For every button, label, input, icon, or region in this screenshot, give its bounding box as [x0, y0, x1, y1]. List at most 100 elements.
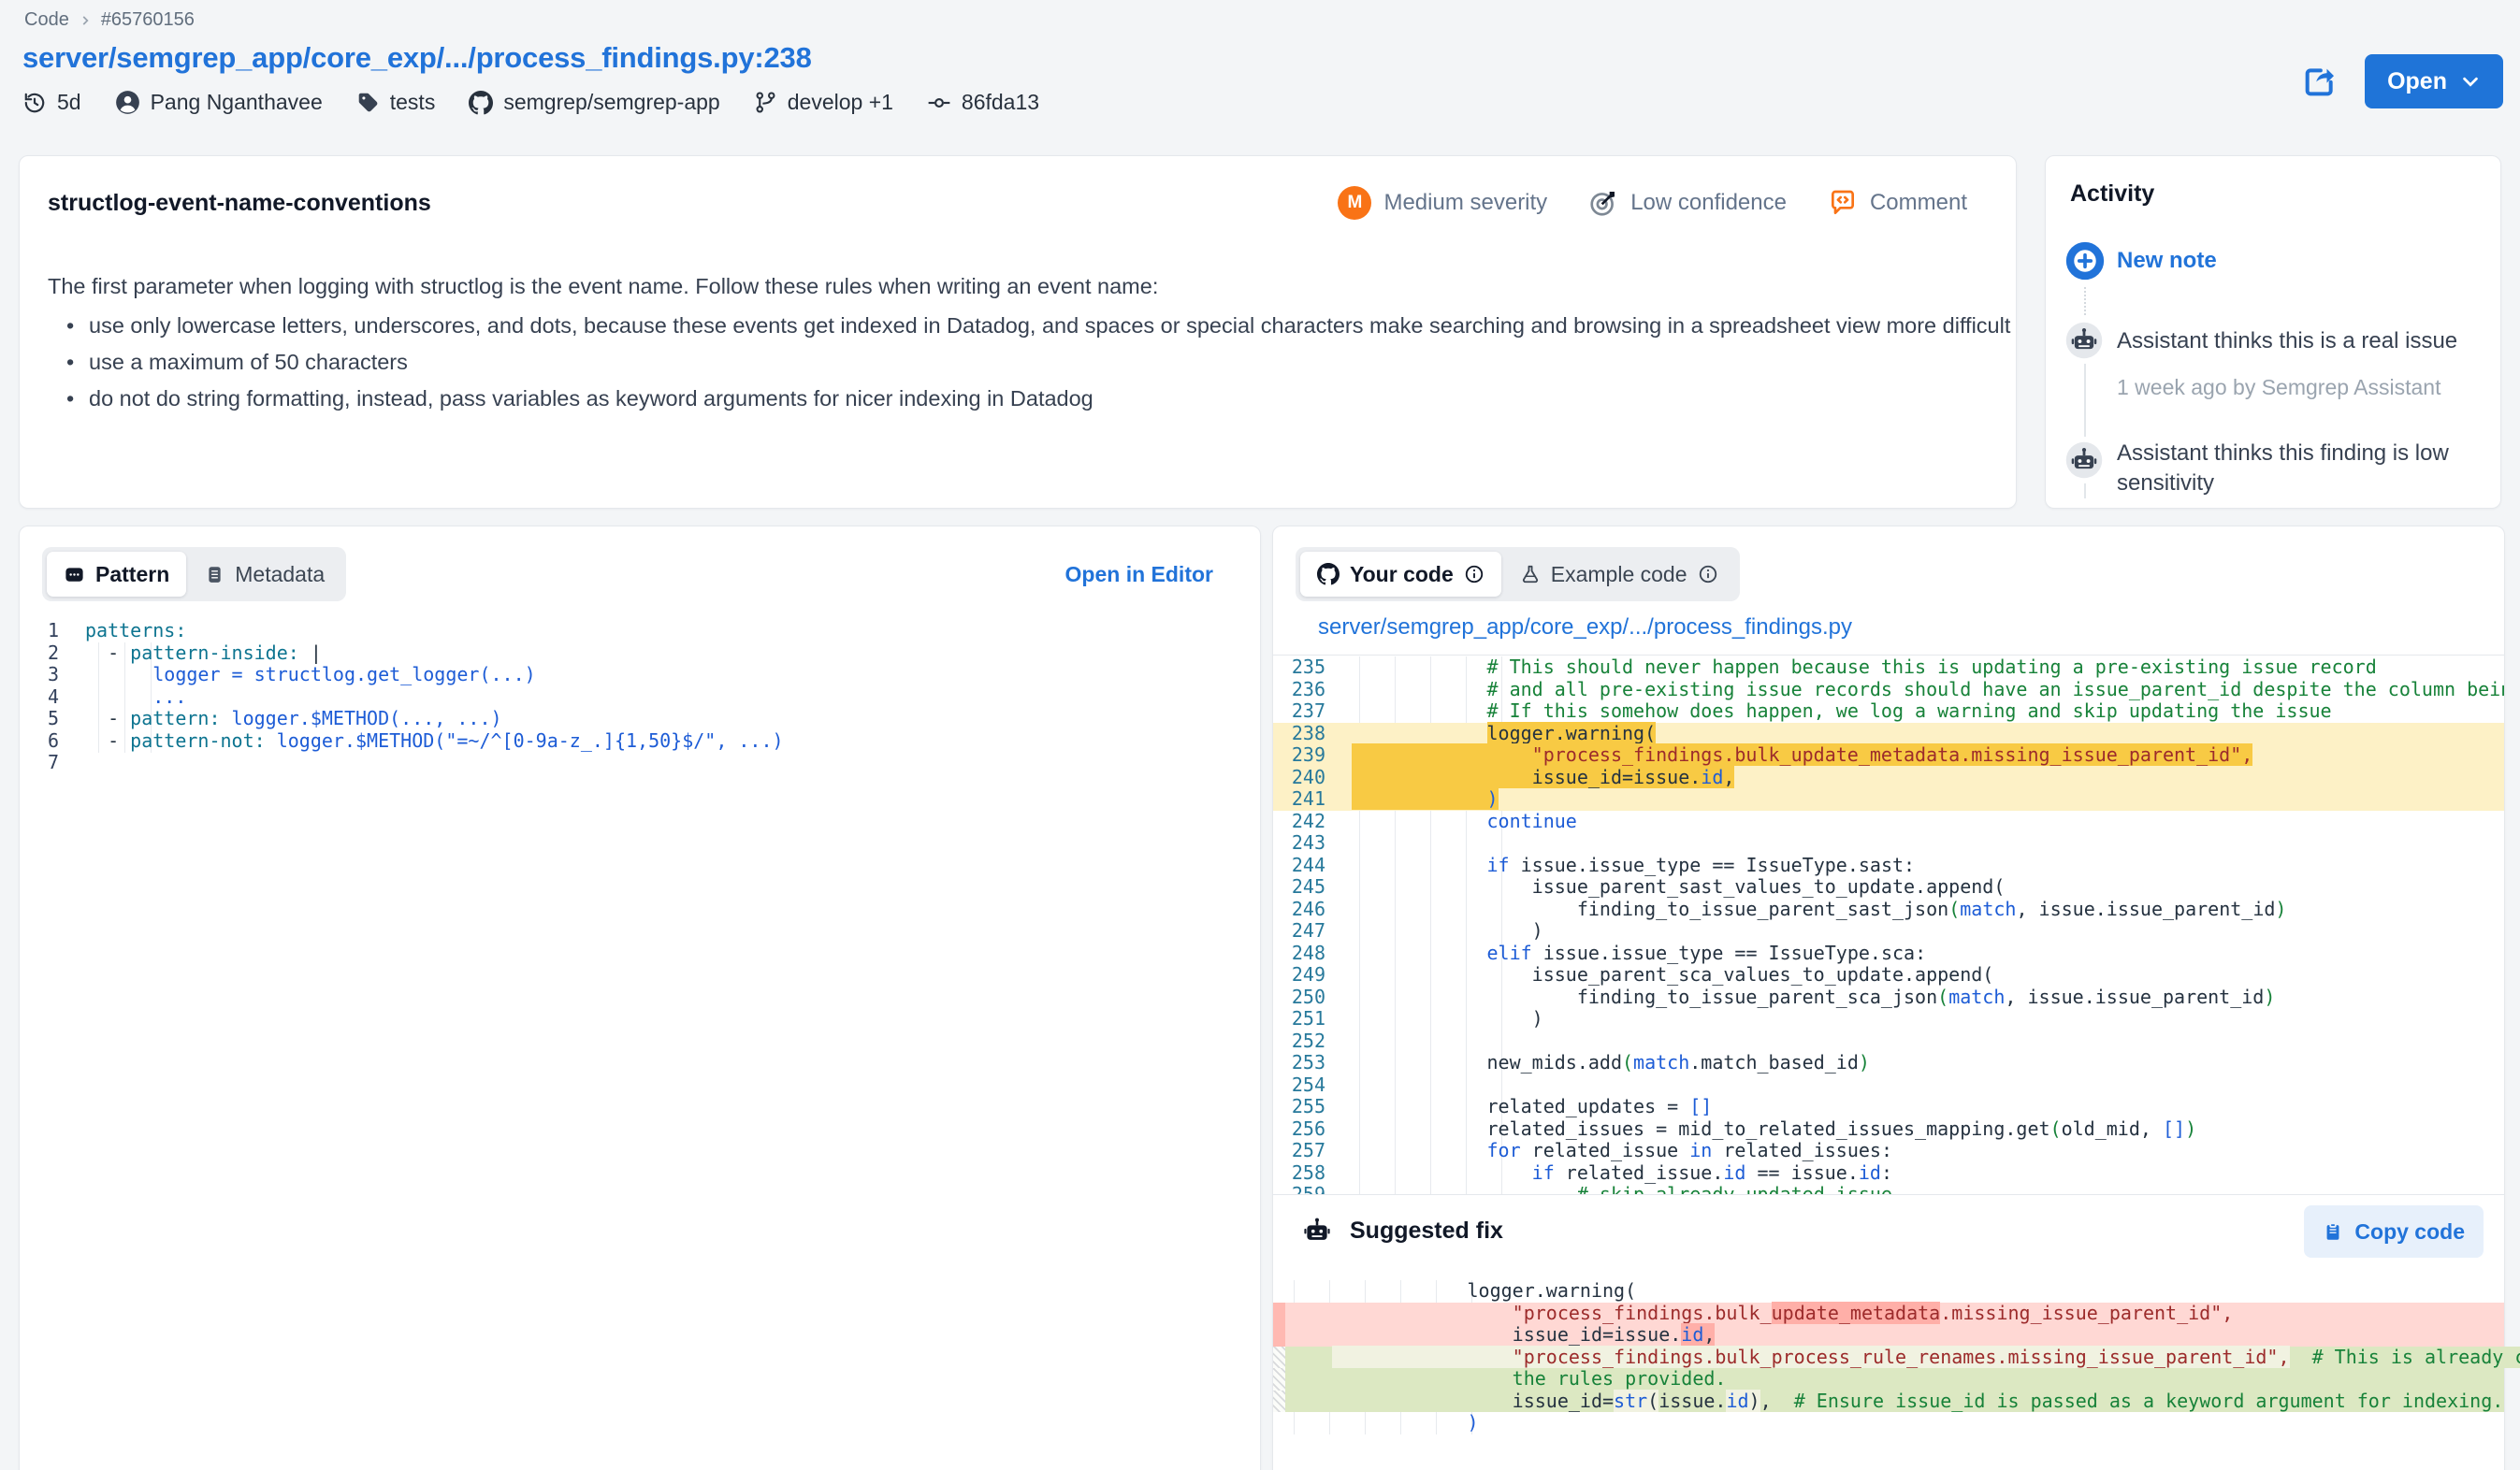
- plus-circle-icon[interactable]: [2064, 240, 2106, 281]
- pattern-panel: Pattern Metadata Open in Editor 1pattern…: [19, 526, 1261, 1470]
- info-icon[interactable]: [1698, 564, 1718, 584]
- code-line: 242 continue: [1273, 811, 2504, 833]
- metadata-icon: [205, 564, 224, 585]
- activity-item-label: Assistant thinks this is a real issue: [2117, 326, 2457, 356]
- finding-meta-row: 5d Pang Nganthavee tests semgrep/semgrep…: [22, 90, 1039, 115]
- code-line: 241 ): [1273, 788, 2504, 811]
- meta-repo[interactable]: semgrep/semgrep-app: [469, 90, 719, 115]
- pattern-icon: [64, 564, 85, 585]
- meta-commit: 86fda13: [927, 90, 1039, 115]
- diff-line-ctx: logger.warning(: [1273, 1280, 2504, 1303]
- line-number: 4: [20, 686, 74, 709]
- meta-branch: develop +1: [754, 90, 893, 115]
- code-line: 2 - pattern-inside: |: [20, 642, 1258, 665]
- clipboard-icon: [2323, 1220, 2343, 1243]
- page-title[interactable]: server/semgrep_app/core_exp/.../process_…: [22, 41, 812, 75]
- line-number: 2: [20, 642, 74, 665]
- confidence-badge: Low confidence: [1588, 188, 1787, 218]
- code-line: 247 ): [1273, 920, 2504, 943]
- tab-your-code[interactable]: Your code: [1300, 552, 1501, 597]
- code-line: 250 finding_to_issue_parent_sca_json(mat…: [1273, 987, 2504, 1009]
- finding-description: The first parameter when logging with st…: [48, 274, 1975, 299]
- code-line: 246 finding_to_issue_parent_sast_json(ma…: [1273, 899, 2504, 921]
- breadcrumb-code[interactable]: Code: [24, 9, 69, 31]
- finding-rule-item: do not do string formatting, instead, pa…: [65, 386, 2010, 411]
- code-line: 237 # If this somehow does happen, we lo…: [1273, 700, 2504, 723]
- open-button[interactable]: Open: [2365, 54, 2503, 108]
- chevron-right-icon: [79, 14, 92, 27]
- your-code-viewport[interactable]: 235 # This should never happen because t…: [1273, 656, 2504, 1195]
- line-number: 252: [1273, 1030, 1340, 1053]
- diff-line-add: "process_findings.bulk_process_rule_rena…: [1273, 1347, 2504, 1369]
- tag-icon: [356, 91, 380, 114]
- open-in-editor-link[interactable]: Open in Editor: [1065, 562, 1213, 587]
- code-line: 248 elif issue.issue_type == IssueType.s…: [1273, 943, 2504, 965]
- github-icon: [1317, 563, 1340, 585]
- line-number: 236: [1273, 679, 1340, 701]
- activity-item-label: Assistant thinks this finding is low sen…: [2117, 439, 2472, 498]
- code-line: 235 # This should never happen because t…: [1273, 656, 2504, 679]
- history-icon: [22, 91, 47, 115]
- line-number: 248: [1273, 943, 1340, 965]
- code-line: 251 ): [1273, 1008, 2504, 1030]
- line-number: 235: [1273, 656, 1340, 679]
- line-number: 242: [1273, 811, 1340, 833]
- suggested-fix-lines: logger.warning( "process_findings.bulk_u…: [1273, 1280, 2504, 1434]
- copy-code-button[interactable]: Copy code: [2304, 1205, 2484, 1258]
- robot-icon: [2064, 440, 2104, 480]
- finding-card: structlog-event-name-conventions M Mediu…: [19, 155, 2017, 509]
- line-number: 258: [1273, 1162, 1340, 1185]
- meta-author: Pang Nganthavee: [115, 90, 323, 115]
- line-number: 238: [1273, 723, 1340, 745]
- code-line: 253 new_mids.add(match.match_based_id): [1273, 1052, 2504, 1074]
- code-line: 240 issue_id=issue.id,: [1273, 767, 2504, 789]
- line-number: 249: [1273, 964, 1340, 987]
- tab-pattern[interactable]: Pattern: [47, 552, 186, 597]
- line-number: 250: [1273, 987, 1340, 1009]
- code-line: 5 - pattern: logger.$METHOD(..., ...): [20, 708, 1258, 730]
- line-number: 246: [1273, 899, 1340, 921]
- meta-tag: tests: [356, 90, 436, 115]
- suggested-fix-title: Suggested fix: [1350, 1218, 1503, 1245]
- code-line: 236 # and all pre-existing issue records…: [1273, 679, 2504, 701]
- info-icon[interactable]: [1464, 564, 1484, 584]
- line-number: 259: [1273, 1184, 1340, 1195]
- code-line: 255 related_updates = []: [1273, 1096, 2504, 1118]
- tab-example-code[interactable]: Example code: [1503, 552, 1735, 597]
- activity-panel: Activity New note Assistant thinks this …: [2045, 155, 2501, 509]
- line-number: 239: [1273, 744, 1340, 767]
- activity-item-timestamp: 1 week ago by Semgrep Assistant: [2117, 375, 2440, 400]
- code-line: 257 for related_issue in related_issues:: [1273, 1140, 2504, 1162]
- line-number: 1: [20, 620, 74, 642]
- line-number: 257: [1273, 1140, 1340, 1162]
- new-note-link[interactable]: New note: [2117, 246, 2217, 276]
- comment-code-icon: [1828, 188, 1858, 218]
- meta-age: 5d: [22, 90, 81, 115]
- severity-medium-icon: M: [1338, 186, 1371, 220]
- robot-icon: [1301, 1215, 1333, 1247]
- code-line: 244 if issue.issue_type == IssueType.sas…: [1273, 855, 2504, 877]
- code-line: 245 issue_parent_sast_values_to_update.a…: [1273, 876, 2504, 899]
- git-branch-icon: [754, 91, 777, 114]
- share-icon[interactable]: [2301, 63, 2339, 100]
- code-line: 1patterns:: [20, 620, 1258, 642]
- file-link[interactable]: server/semgrep_app/core_exp/.../process_…: [1318, 614, 1852, 641]
- line-number: 256: [1273, 1118, 1340, 1141]
- line-number: 5: [20, 708, 74, 730]
- line-number: 244: [1273, 855, 1340, 877]
- code-line: 6 - pattern-not: logger.$METHOD("=~/^[0-…: [20, 730, 1258, 753]
- suggested-fix-header: Suggested fix: [1301, 1215, 1503, 1247]
- code-line: 252: [1273, 1030, 2504, 1053]
- code-line: 254: [1273, 1074, 2504, 1097]
- rule-name: structlog-event-name-conventions: [48, 190, 431, 217]
- line-number: 253: [1273, 1052, 1340, 1074]
- code-line: 258 if related_issue.id == issue.id:: [1273, 1162, 2504, 1185]
- finding-rule-item: use only lowercase letters, underscores,…: [65, 313, 2010, 339]
- finding-badges: M Medium severity Low confidence Comment: [1338, 186, 1967, 220]
- your-code-lines: 235 # This should never happen because t…: [1273, 656, 2504, 1195]
- avatar: [115, 90, 140, 115]
- line-number: 7: [20, 752, 74, 774]
- tab-metadata[interactable]: Metadata: [188, 552, 341, 597]
- breadcrumb-id: #65760156: [101, 9, 195, 31]
- code-line: 4 ...: [20, 686, 1258, 709]
